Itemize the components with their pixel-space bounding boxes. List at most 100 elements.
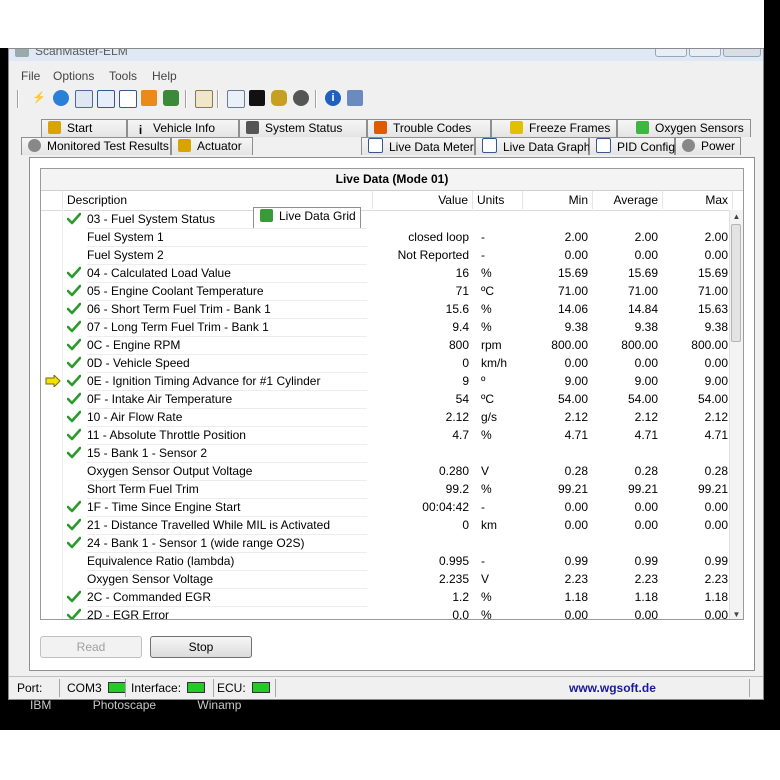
table-row[interactable]: 21 - Distance Travelled While MIL is Act…	[41, 516, 733, 535]
table-row[interactable]: 04 - Calculated Load Value 16% 15.69 15.69 1…	[41, 264, 733, 283]
table-row[interactable]: 05 - Engine Coolant Temperature 71 ºC 71.00…	[41, 282, 733, 301]
status-bar: Port: COM3 Interface: ECU: www.wgsoft.de	[9, 676, 763, 699]
table-row[interactable]: 06 - Short Term Fuel Trim - Bank 1 15.6% 1…	[41, 300, 733, 319]
table-row[interactable]: 07 - Long Term Fuel Trim - Bank 1 9.4% 9.3…	[41, 318, 733, 337]
checkmark-icon	[67, 266, 81, 279]
taskbar-item[interactable]: IBM	[30, 698, 51, 712]
cell-units: %	[481, 608, 492, 620]
cell-max: 15.69	[697, 266, 728, 280]
exit-icon[interactable]	[347, 90, 363, 106]
checkmark-icon	[67, 320, 81, 333]
interface-indicator: Interface:	[131, 680, 206, 696]
menu-help[interactable]: Help	[152, 69, 177, 83]
tab-trouble-codes[interactable]: Trouble Codes	[367, 119, 491, 137]
ecu-label: ECU:	[217, 681, 246, 695]
cell-max: 2.12	[704, 410, 728, 424]
tab-oxygen-sensors[interactable]: Oxygen Sensors	[617, 119, 751, 137]
grid-icon[interactable]	[97, 90, 115, 108]
cell-description: 1F - Time Since Engine Start	[87, 498, 367, 517]
cell-description: 0D - Vehicle Speed	[87, 354, 367, 373]
tab-monitored-test-results[interactable]: Monitored Test Results	[21, 137, 171, 155]
scroll-thumb[interactable]	[731, 224, 741, 342]
cell-average: 0.99	[634, 554, 658, 568]
table-row[interactable]: 2D - EGR Error 0.0% 0.00 0.00 0.00	[41, 606, 733, 620]
col-value[interactable]: Value	[373, 191, 473, 209]
cell-units	[481, 534, 521, 552]
menu-file[interactable]: File	[21, 69, 40, 83]
tab-actuator[interactable]: Actuator	[171, 137, 253, 155]
person-icon[interactable]	[163, 90, 179, 106]
table-row[interactable]: 1F - Time Since Engine Start 00:04:42- 0.0…	[41, 498, 733, 517]
table-row[interactable]: Equivalence Ratio (lambda) 0.995- 0.99 0.99…	[41, 552, 733, 571]
cell-value: 800	[448, 338, 469, 352]
minimize-button[interactable]	[655, 49, 687, 57]
table-row[interactable]: 10 - Air Flow Rate 2.12 g/s 2.12 2.12 2.12	[41, 408, 733, 427]
tab-power[interactable]: Power	[675, 137, 741, 155]
table-row[interactable]: 24 - Bank 1 - Sensor 1 (wide range O2S)	[41, 534, 733, 553]
table-row[interactable]: 11 - Absolute Throttle Position 4.7% 4.71 4…	[41, 426, 733, 445]
cell-description: 2C - Commanded EGR	[87, 588, 367, 607]
tab-system-status[interactable]: System Status	[239, 119, 367, 137]
table-row[interactable]: Fuel System 1 closed loop - 2.00 2.00 2.00	[41, 228, 733, 247]
cell-max: 0.99	[704, 554, 728, 568]
menu-options[interactable]: Options	[53, 69, 94, 83]
tab-live-data-meter[interactable]: Live Data Meter	[361, 137, 475, 155]
info-icon: i	[138, 123, 143, 137]
info-icon[interactable]: i	[325, 90, 341, 106]
cell-units: %	[481, 428, 492, 442]
table-row[interactable]: Oxygen Sensor Voltage 2.235 V 2.23 2.23 2.23	[41, 570, 733, 589]
cell-average: 0.00	[634, 500, 658, 514]
col-average[interactable]: Average	[593, 191, 663, 209]
vertical-scrollbar[interactable]: ▲ ▼	[729, 210, 743, 619]
col-max[interactable]: Max	[663, 191, 733, 209]
table-row[interactable]: 2C - Commanded EGR 1.2% 1.18 1.18 1.18	[41, 588, 733, 607]
table-row[interactable]: 03 - Fuel System Status	[41, 210, 733, 229]
cell-max: 54.00	[697, 392, 728, 406]
taskbar-item[interactable]: Winamp	[197, 698, 241, 712]
taskbar-item[interactable]: Photoscape	[93, 698, 156, 712]
col-min[interactable]: Min	[523, 191, 593, 209]
table-row[interactable]: Oxygen Sensor Output Voltage 0.280 V 0.28 0.…	[41, 462, 733, 481]
table-row[interactable]: Short Term Fuel Trim 99.2% 99.21 99.21 99.21	[41, 480, 733, 499]
tab-start[interactable]: Start	[41, 119, 127, 137]
cell-min: 9.00	[564, 374, 588, 388]
connect-icon[interactable]: ⚡	[31, 90, 47, 106]
checkmark-icon	[67, 518, 81, 531]
table-row[interactable]: 0C - Engine RPM 800 rpm 800.00 800.00 800.00	[41, 336, 733, 355]
col-units[interactable]: Units	[473, 191, 523, 209]
cell-description: 15 - Bank 1 - Sensor 2	[87, 444, 367, 463]
terminal-icon[interactable]	[249, 90, 265, 106]
globe-icon[interactable]	[53, 90, 69, 106]
read-button[interactable]: Read	[40, 636, 142, 658]
table-row[interactable]: 0F - Intake Air Temperature 54 ºC 54.00 54.0…	[41, 390, 733, 409]
tab-pid-config[interactable]: PID Config	[589, 137, 675, 155]
table-row[interactable]: Fuel System 2 Not Reported - 0.00 0.00 0.00	[41, 246, 733, 265]
battery-icon[interactable]	[271, 90, 287, 106]
freeze-icon	[510, 121, 523, 134]
table-row[interactable]: 0D - Vehicle Speed 0 km/h 0.00 0.00 0.00	[41, 354, 733, 373]
stop-button[interactable]: Stop	[150, 636, 252, 658]
menu-tools[interactable]: Tools	[109, 69, 137, 83]
tab-live-data-graph[interactable]: Live Data Graph	[475, 137, 590, 155]
gauge-icon[interactable]	[293, 90, 309, 106]
tab-live-data-grid[interactable]: Live Data Grid	[253, 207, 361, 228]
tab-freeze-frames[interactable]: Freeze Frames	[491, 119, 617, 137]
chart-icon[interactable]	[141, 90, 157, 106]
cell-units: V	[481, 464, 490, 478]
app-window: ScanMaster-ELM File Options Tools Help ⚡…	[8, 48, 764, 700]
scroll-up-icon[interactable]: ▲	[730, 210, 743, 223]
table-row[interactable]: 0E - Ignition Timing Advance for #1 Cyli…	[41, 372, 733, 391]
graph-icon[interactable]	[119, 90, 137, 108]
scroll-down-icon[interactable]: ▼	[730, 608, 743, 619]
tab-vehicle-info[interactable]: i Vehicle Info	[127, 119, 239, 137]
maximize-button[interactable]	[689, 49, 721, 57]
table-row[interactable]: 15 - Bank 1 - Sensor 2	[41, 444, 733, 463]
comment-icon[interactable]	[227, 90, 245, 108]
cell-min: 71.00	[557, 284, 588, 298]
close-button[interactable]	[723, 49, 761, 57]
title-bar[interactable]: ScanMaster-ELM	[9, 49, 763, 61]
website-link[interactable]: www.wgsoft.de	[569, 680, 656, 696]
document-icon[interactable]	[75, 90, 93, 108]
clipboard-icon[interactable]	[195, 90, 213, 108]
cell-average: 0.00	[634, 356, 658, 370]
